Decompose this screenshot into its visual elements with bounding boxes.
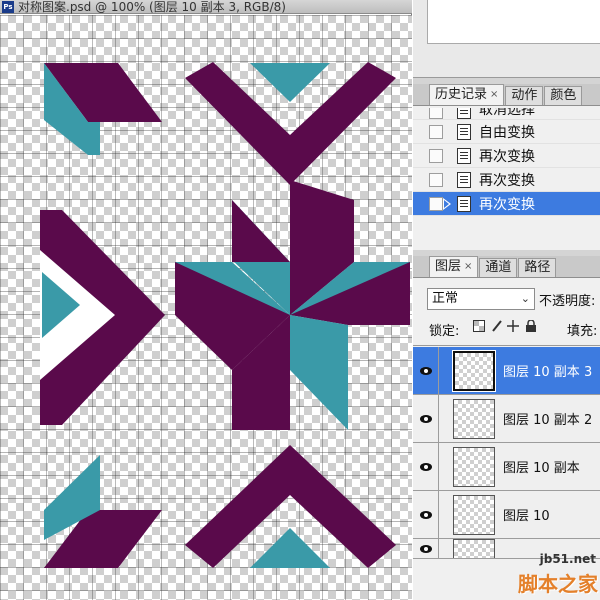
chevron-down-icon: ⌄ <box>520 292 530 305</box>
fill-label: 填充: <box>567 324 598 339</box>
symmetric-pattern <box>0 15 412 600</box>
layers-tabbar: 图层 × 通道 路径 <box>413 256 600 278</box>
lock-transparency-icon[interactable] <box>473 320 485 332</box>
layer-thumbnail <box>452 349 496 392</box>
layer-thumbnail <box>453 446 495 487</box>
panels-dock: 历史记录 × 动作 颜色 取消选择 自由变换 再次变换 再次变换 再次变换 图层… <box>413 0 600 600</box>
document-title: 对称图案.psd @ 100% (图层 10 副本 3, RGB/8) <box>18 0 286 14</box>
visibility-toggle[interactable] <box>413 442 439 491</box>
history-item[interactable]: 再次变换 <box>413 168 600 192</box>
history-list: 取消选择 自由变换 再次变换 再次变换 再次变换 <box>413 108 600 216</box>
visibility-toggle[interactable] <box>413 490 439 539</box>
history-state-icon <box>457 195 471 212</box>
watermark-brand: 脚本之家 <box>518 572 598 596</box>
watermark: jb51.net 脚本之家 <box>488 550 600 600</box>
tab-channels-label: 通道 <box>485 260 512 275</box>
blend-mode-value: 正常 <box>432 291 459 306</box>
layer-thumbnail <box>453 398 495 439</box>
opacity-label: 不透明度: <box>539 294 596 309</box>
navigator-panel <box>413 0 600 78</box>
history-panel: 历史记录 × 动作 颜色 取消选择 自由变换 再次变换 再次变换 再次变换 <box>413 84 600 250</box>
tab-history[interactable]: 历史记录 × <box>429 84 505 105</box>
watermark-url: jb51.net <box>539 552 596 566</box>
layer-row[interactable]: 图层 10 副本 2 <box>413 394 600 443</box>
blend-mode-select[interactable]: 正常 ⌄ <box>427 288 535 310</box>
lock-all-icon[interactable] <box>525 320 537 332</box>
layer-options: 正常 ⌄ 不透明度: 锁定: 填充: <box>413 280 600 346</box>
visibility-toggle[interactable] <box>413 346 439 395</box>
tab-actions[interactable]: 动作 <box>505 86 544 105</box>
eye-icon <box>419 414 432 423</box>
close-icon[interactable]: × <box>490 86 498 104</box>
photoshop-icon: Ps <box>2 0 14 13</box>
eye-icon <box>419 462 432 471</box>
document-window: Ps 对称图案.psd @ 100% (图层 10 副本 3, RGB/8) <box>0 0 412 600</box>
eye-icon <box>419 366 432 375</box>
lock-position-move-icon[interactable] <box>507 320 519 332</box>
tab-paths[interactable]: 路径 <box>518 258 557 277</box>
history-state-pointer-icon[interactable] <box>443 198 451 210</box>
eye-icon <box>419 544 432 553</box>
layer-name: 图层 10 副本 <box>503 461 580 476</box>
document-titlebar[interactable]: Ps 对称图案.psd @ 100% (图层 10 副本 3, RGB/8) <box>0 0 412 14</box>
history-item-label: 取消选择 <box>479 108 535 118</box>
history-state-icon <box>457 147 471 164</box>
lock-image-brush-icon[interactable] <box>491 320 503 332</box>
history-item-label: 自由变换 <box>479 124 535 141</box>
visibility-toggle[interactable] <box>413 539 439 558</box>
eye-icon <box>419 510 432 519</box>
visibility-toggle[interactable] <box>413 394 439 443</box>
history-item[interactable]: 取消选择 <box>413 108 600 120</box>
history-tabbar: 历史记录 × 动作 颜色 <box>413 84 600 106</box>
tab-color-label: 颜色 <box>550 88 577 103</box>
snapshot-checkbox[interactable] <box>429 172 443 187</box>
history-item[interactable]: 自由变换 <box>413 120 600 144</box>
tab-layers-label: 图层 <box>435 259 462 274</box>
tab-actions-label: 动作 <box>511 88 538 103</box>
history-item-label: 再次变换 <box>479 148 535 165</box>
tab-layers[interactable]: 图层 × <box>429 256 479 277</box>
tab-channels[interactable]: 通道 <box>479 258 518 277</box>
layer-row[interactable]: 图层 10 <box>413 490 600 539</box>
canvas[interactable] <box>0 15 412 600</box>
lock-label: 锁定: <box>429 324 460 339</box>
tab-history-label: 历史记录 <box>435 87 488 102</box>
history-item-label: 再次变换 <box>479 196 535 213</box>
history-state-icon <box>457 123 471 140</box>
snapshot-checkbox[interactable] <box>429 108 443 119</box>
history-item-selected[interactable]: 再次变换 <box>413 192 600 216</box>
layer-row[interactable]: 图层 10 副本 <box>413 442 600 491</box>
layer-list: 图层 10 副本 3 图层 10 副本 2 图层 10 副本 图层 10 <box>413 346 600 559</box>
history-item-label: 再次变换 <box>479 172 535 189</box>
snapshot-checkbox[interactable] <box>429 124 443 139</box>
tab-paths-label: 路径 <box>524 260 551 275</box>
layer-name: 图层 10 副本 3 <box>503 365 593 380</box>
layers-panel: 图层 × 通道 路径 正常 ⌄ 不透明度: 锁定: 填充: 图层 10 副本 3… <box>413 256 600 600</box>
snapshot-checkbox[interactable] <box>429 148 443 163</box>
history-state-icon <box>457 171 471 188</box>
layer-row-selected[interactable]: 图层 10 副本 3 <box>413 346 600 395</box>
layer-name: 图层 10 副本 2 <box>503 413 593 428</box>
close-icon[interactable]: × <box>464 258 472 276</box>
pattern-shape <box>88 122 100 155</box>
layer-name: 图层 10 <box>503 509 550 524</box>
history-state-icon <box>457 108 471 119</box>
snapshot-checkbox[interactable] <box>429 196 443 211</box>
layer-thumbnail <box>453 494 495 535</box>
tab-color[interactable]: 颜色 <box>544 86 583 105</box>
history-item[interactable]: 再次变换 <box>413 144 600 168</box>
